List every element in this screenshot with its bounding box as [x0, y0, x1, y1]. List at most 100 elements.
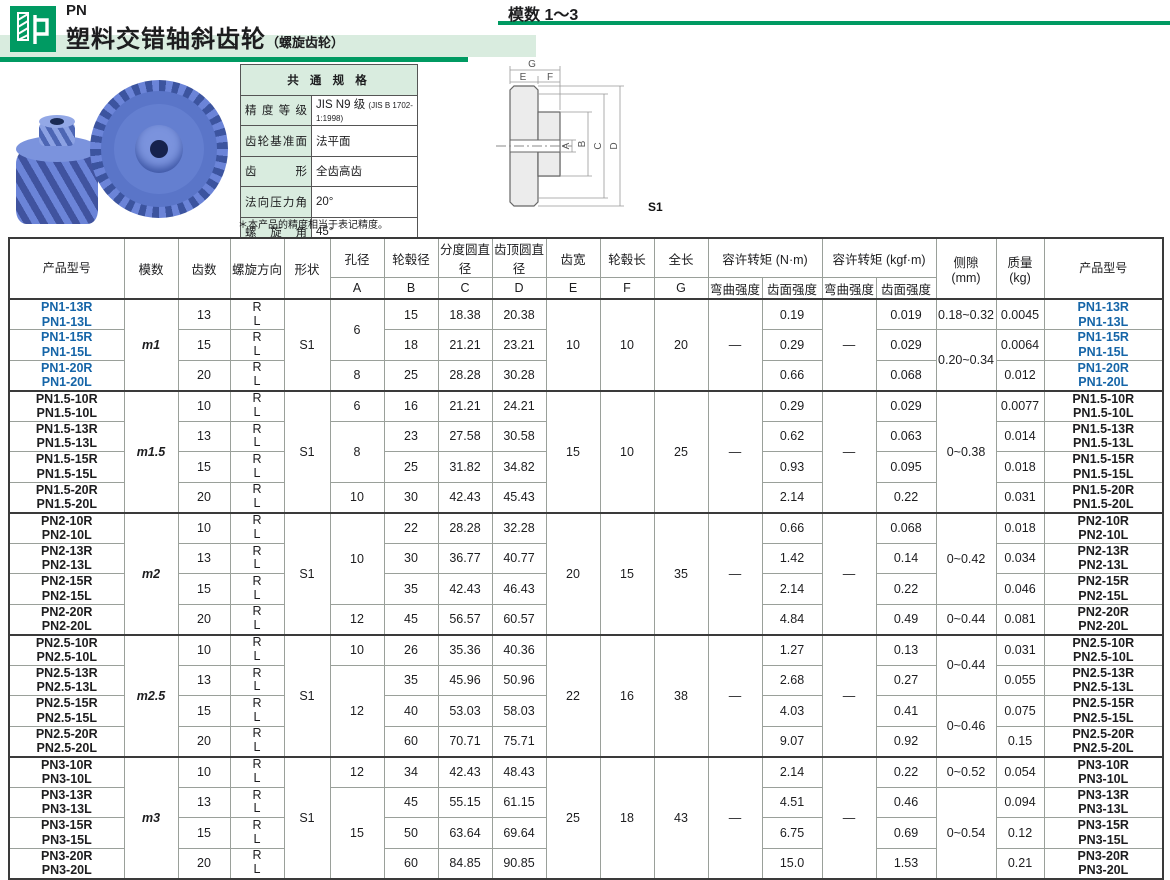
cell-surface-nm: 0.29	[762, 391, 822, 422]
cell-helix: RL	[230, 604, 284, 635]
cell-bending-nm: —	[708, 391, 762, 513]
cell-hub-dia: 40	[384, 696, 438, 727]
cell-teeth: 13	[178, 543, 230, 574]
col-header-shape: 形状	[284, 238, 330, 299]
page-title-main: 塑料交错轴斜齿轮	[66, 26, 266, 53]
cell-pitch-dia: 42.43	[438, 482, 492, 513]
model-code-cell: PN2-15RPN2-15L	[9, 574, 124, 605]
col-letter-C: C	[438, 278, 492, 300]
cell-weight: 0.031	[996, 635, 1044, 666]
cell-shape: S1	[284, 391, 330, 513]
cell-teeth: 10	[178, 513, 230, 544]
col-header-torque-kgfm: 容许转矩 (kgf·m)	[822, 238, 936, 278]
model-code-cell: PN1.5-13RPN1.5-13L	[1044, 421, 1163, 452]
model-code-cell[interactable]: PN1-13RPN1-13L	[1044, 299, 1163, 330]
cell-backlash: 0~0.42	[936, 513, 996, 605]
cell-surface-kgfm: 0.69	[876, 818, 936, 849]
cell-bore: 6	[330, 299, 384, 360]
cell-hub-len: 18	[600, 757, 654, 879]
cell-hub-dia: 25	[384, 360, 438, 391]
cell-weight: 0.014	[996, 421, 1044, 452]
model-code-cell[interactable]: PN1-13RPN1-13L	[9, 299, 124, 330]
col-header-backlash: 侧隙(mm)	[936, 238, 996, 299]
cell-bore: 15	[330, 787, 384, 879]
cell-module: m2.5	[124, 635, 178, 757]
cell-weight: 0.018	[996, 452, 1044, 483]
cell-pitch-dia: 28.28	[438, 360, 492, 391]
cell-teeth: 15	[178, 330, 230, 361]
cell-surface-nm: 15.0	[762, 848, 822, 879]
cell-weight: 0.034	[996, 543, 1044, 574]
series-code: PN	[66, 2, 87, 19]
cell-bending-kgfm: —	[822, 757, 876, 879]
cell-pitch-dia: 21.21	[438, 391, 492, 422]
cell-pitch-dia: 63.64	[438, 818, 492, 849]
cell-weight: 0.0064	[996, 330, 1044, 361]
cell-surface-nm: 2.68	[762, 665, 822, 696]
cell-face-width: 15	[546, 391, 600, 513]
cell-helix: RL	[230, 848, 284, 879]
cell-teeth: 20	[178, 482, 230, 513]
cell-helix: RL	[230, 330, 284, 361]
cell-helix: RL	[230, 726, 284, 757]
cell-helix: RL	[230, 482, 284, 513]
cell-surface-nm: 2.14	[762, 482, 822, 513]
cell-surface-nm: 0.66	[762, 360, 822, 391]
table-row: PN2.5-10RPN2.5-10L m2.5 10 RL S1 10 26 3…	[9, 635, 1163, 666]
col-header-hub-dia: 轮毂径	[384, 238, 438, 278]
cell-bending-nm: —	[708, 299, 762, 391]
cell-weight: 0.12	[996, 818, 1044, 849]
cell-hub-dia: 16	[384, 391, 438, 422]
cell-weight: 0.081	[996, 604, 1044, 635]
cell-bore: 10	[330, 482, 384, 513]
cell-bore: 6	[330, 391, 384, 422]
cell-bore: 12	[330, 665, 384, 757]
model-code-cell: PN2.5-15RPN2.5-15L	[9, 696, 124, 727]
cell-weight: 0.094	[996, 787, 1044, 818]
cell-pitch-dia: 42.43	[438, 574, 492, 605]
model-code-cell[interactable]: PN1-20RPN1-20L	[9, 360, 124, 391]
cell-tip-dia: 46.43	[492, 574, 546, 605]
cell-module: m2	[124, 513, 178, 635]
cell-tip-dia: 34.82	[492, 452, 546, 483]
col-header-model-right: 产品型号	[1044, 238, 1163, 299]
cell-tip-dia: 30.28	[492, 360, 546, 391]
col-letter-F: F	[600, 278, 654, 300]
cell-bore: 8	[330, 421, 384, 482]
cell-weight: 0.046	[996, 574, 1044, 605]
model-code-cell[interactable]: PN1-20RPN1-20L	[1044, 360, 1163, 391]
cell-tip-dia: 45.43	[492, 482, 546, 513]
cell-tip-dia: 32.28	[492, 513, 546, 544]
model-code-cell: PN1.5-10RPN1.5-10L	[1044, 391, 1163, 422]
model-code-cell: PN2-15RPN2-15L	[1044, 574, 1163, 605]
cell-module: m3	[124, 757, 178, 879]
cell-hub-len: 10	[600, 299, 654, 391]
cell-tip-dia: 40.36	[492, 635, 546, 666]
dim-label-G: G	[528, 59, 536, 70]
cell-pitch-dia: 84.85	[438, 848, 492, 879]
cell-teeth: 13	[178, 787, 230, 818]
cell-surface-nm: 9.07	[762, 726, 822, 757]
small-helical-gear-image	[16, 114, 98, 226]
cell-surface-kgfm: 0.46	[876, 787, 936, 818]
cell-pitch-dia: 55.15	[438, 787, 492, 818]
cell-surface-kgfm: 0.068	[876, 513, 936, 544]
col-header-hub-len: 轮毂长	[600, 238, 654, 278]
cell-hub-dia: 23	[384, 421, 438, 452]
dim-label-A: A	[561, 142, 572, 149]
cell-hub-dia: 50	[384, 818, 438, 849]
cell-helix: RL	[230, 635, 284, 666]
cell-weight: 0.0077	[996, 391, 1044, 422]
model-code-cell: PN2-13RPN2-13L	[9, 543, 124, 574]
model-code-cell[interactable]: PN1-15RPN1-15L	[1044, 330, 1163, 361]
cell-surface-nm: 4.03	[762, 696, 822, 727]
cell-weight: 0.012	[996, 360, 1044, 391]
model-code-cell[interactable]: PN1-15RPN1-15L	[9, 330, 124, 361]
cell-pitch-dia: 28.28	[438, 513, 492, 544]
cell-total-len: 38	[654, 635, 708, 757]
cell-teeth: 15	[178, 696, 230, 727]
model-code-cell: PN2-10RPN2-10L	[1044, 513, 1163, 544]
cell-surface-kgfm: 0.92	[876, 726, 936, 757]
spec-value: 20°	[312, 187, 418, 218]
col-header-model: 产品型号	[9, 238, 124, 299]
